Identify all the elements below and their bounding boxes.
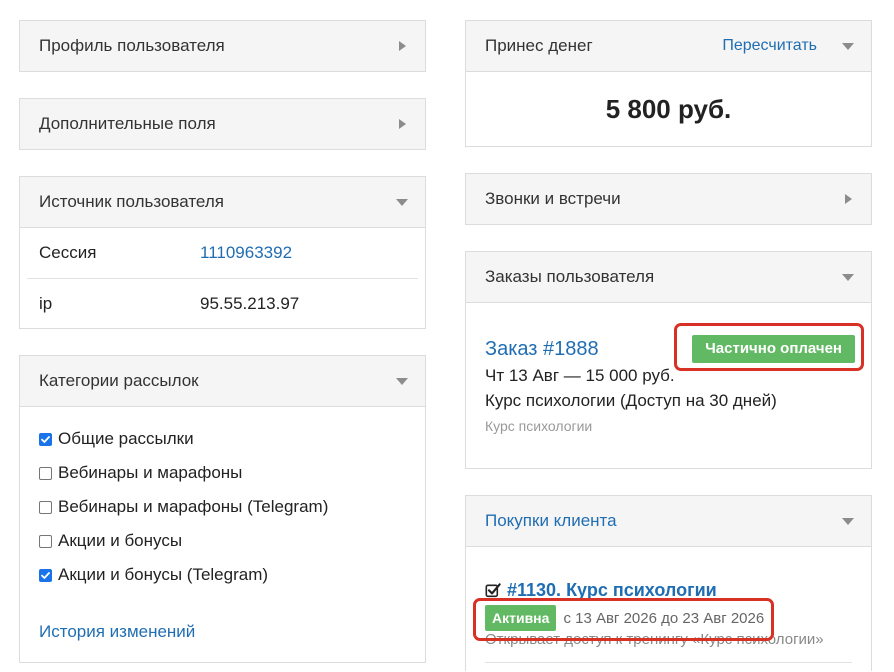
source-row-session: Сессия 1110963392 xyxy=(20,228,425,278)
order-product: Курс психологии (Доступ на 30 дней) xyxy=(485,391,777,410)
panel-title: Звонки и встречи xyxy=(485,189,621,208)
purchase-status-badge: Активна xyxy=(485,605,557,631)
categories-list: Общие рассылки Вебинары и марафоны Вебин… xyxy=(20,407,425,662)
right-column: Принес денег Пересчитать 5 800 руб. Звон… xyxy=(465,20,872,671)
panel-title: Заказы пользователя xyxy=(485,267,655,286)
revenue-panel: Принес денег Пересчитать 5 800 руб. xyxy=(465,20,872,147)
chevron-down-icon[interactable] xyxy=(842,274,854,281)
extra-fields-panel: Дополнительные поля xyxy=(19,98,426,150)
revenue-header[interactable]: Принес денег Пересчитать xyxy=(466,21,871,72)
revenue-amount: 5 800 руб. xyxy=(605,94,732,124)
category-label: Вебинары и марафоны xyxy=(58,463,243,482)
left-column: Профиль пользователя Дополнительные поля… xyxy=(19,20,426,672)
user-orders-panel: Заказы пользователя Заказ #1888 Частично… xyxy=(465,251,872,469)
category-label: Общие рассылки xyxy=(58,429,194,448)
purchase-heading: #1130. Курс психологии xyxy=(485,577,852,603)
mailing-categories-panel: Категории рассылок Общие рассылки Вебина… xyxy=(19,355,426,663)
panel-title[interactable]: Покупки клиента xyxy=(485,496,617,546)
checkbox[interactable] xyxy=(39,534,52,548)
recalculate-link[interactable]: Пересчитать xyxy=(722,21,817,71)
category-item[interactable]: Акции и бонусы (Telegram) xyxy=(39,558,425,592)
row-label: Сессия xyxy=(39,243,97,262)
mailing-categories-header[interactable]: Категории рассылок xyxy=(20,356,425,407)
chevron-right-icon[interactable] xyxy=(399,41,406,51)
ip-value: 95.55.213.97 xyxy=(200,294,300,313)
user-source-panel: Источник пользователя Сессия 1110963392 … xyxy=(19,176,426,329)
change-history-link[interactable]: История изменений xyxy=(39,622,195,641)
panel-title: Источник пользователя xyxy=(39,192,224,211)
purchase-link[interactable]: #1130. Курс психологии xyxy=(507,580,717,601)
chevron-down-icon[interactable] xyxy=(396,199,408,206)
checkbox[interactable] xyxy=(39,432,52,446)
category-item[interactable]: Общие рассылки xyxy=(39,422,425,456)
history-row: История изменений xyxy=(39,615,425,649)
session-link[interactable]: 1110963392 xyxy=(200,228,292,278)
source-row-ip: ip 95.55.213.97 xyxy=(20,279,425,328)
user-orders-header[interactable]: Заказы пользователя xyxy=(466,252,871,303)
client-purchases-header[interactable]: Покупки клиента xyxy=(466,496,871,547)
chevron-right-icon[interactable] xyxy=(399,119,406,129)
extra-fields-header[interactable]: Дополнительные поля xyxy=(20,99,425,149)
chevron-down-icon[interactable] xyxy=(396,378,408,385)
user-profile-panel: Профиль пользователя xyxy=(19,20,426,72)
order-item: Заказ #1888 Частично оплачен Чт 13 Авг —… xyxy=(466,303,871,468)
chevron-down-icon[interactable] xyxy=(842,43,854,50)
order-status-badge: Частично оплачен xyxy=(692,335,855,363)
chevron-down-icon[interactable] xyxy=(842,518,854,525)
checkbox-checked-icon xyxy=(485,582,501,598)
client-purchases-panel: Покупки клиента #1130. Курс психологии А… xyxy=(465,495,872,671)
calls-meetings-header[interactable]: Звонки и встречи xyxy=(466,174,871,224)
checkbox[interactable] xyxy=(39,466,52,480)
panel-title: Категории рассылок xyxy=(39,371,199,390)
calls-meetings-panel: Звонки и встречи xyxy=(465,173,872,225)
user-profile-header[interactable]: Профиль пользователя xyxy=(20,21,425,71)
order-heading: Заказ #1888 Частично оплачен xyxy=(485,335,855,363)
purchase-description: Открывает доступ к тренингу «Курс психол… xyxy=(485,631,824,648)
checkbox[interactable] xyxy=(39,500,52,514)
purchase-period: с 13 Авг 2026 до 23 Авг 2026 xyxy=(563,609,765,627)
panel-title: Профиль пользователя xyxy=(39,36,225,55)
chevron-right-icon[interactable] xyxy=(845,194,852,204)
category-item[interactable]: Вебинары и марафоны xyxy=(39,456,425,490)
category-label: Акции и бонусы (Telegram) xyxy=(58,565,269,584)
purchase-status-row: Активна с 13 Авг 2026 до 23 Авг 2026 xyxy=(485,605,852,631)
order-date-sum: Чт 13 Авг — 15 000 руб. xyxy=(485,366,675,385)
category-label: Вебинары и марафоны (Telegram) xyxy=(58,497,329,516)
user-source-header[interactable]: Источник пользователя xyxy=(20,177,425,228)
checkbox[interactable] xyxy=(39,568,52,582)
panel-title: Дополнительные поля xyxy=(39,114,216,133)
category-label: Акции и бонусы xyxy=(58,531,183,550)
category-item[interactable]: Акции и бонусы xyxy=(39,524,425,558)
item-divider xyxy=(485,662,852,663)
panel-title: Принес денег xyxy=(485,36,593,55)
purchase-item: #1130. Курс психологии Активна с 13 Авг … xyxy=(466,547,871,671)
order-category: Курс психологии xyxy=(485,418,593,434)
row-label: ip xyxy=(39,294,53,313)
order-link[interactable]: Заказ #1888 xyxy=(485,338,599,361)
category-item[interactable]: Вебинары и марафоны (Telegram) xyxy=(39,490,425,524)
